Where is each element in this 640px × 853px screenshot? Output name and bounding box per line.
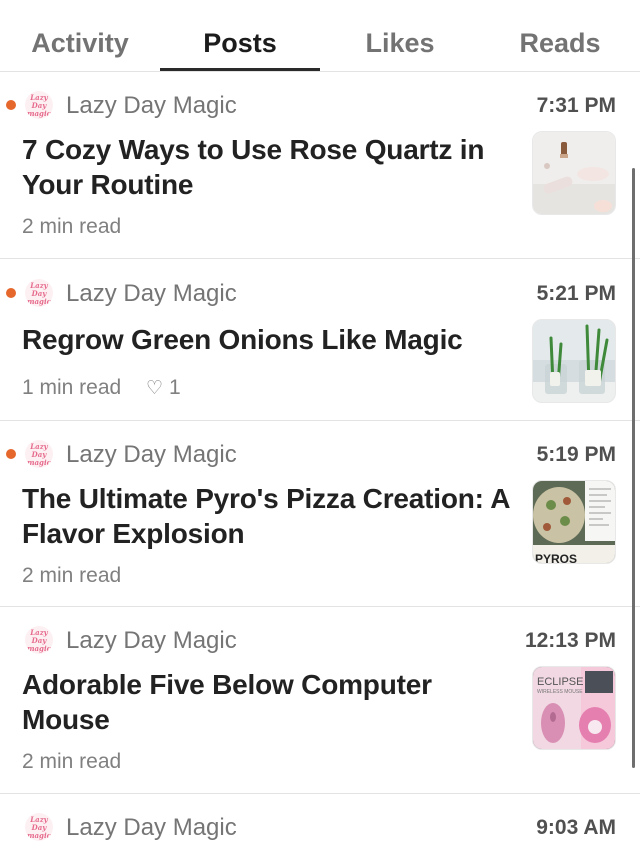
unread-dot [6,449,16,459]
read-time: 1 min read [22,376,122,399]
post-title[interactable]: The Ultimate Pyro's Pizza Creation: A Fl… [22,481,522,551]
post-item[interactable]: Lazy Day magic Lazy Day Magic 7:31 PM 7 Co… [0,72,640,259]
publication-name[interactable]: Lazy Day Magic [66,814,237,842]
post-title[interactable]: Adorable Five Below Computer Mouse [22,667,522,737]
heart-icon: ♡ [146,378,164,399]
green-onions-thumbnail[interactable] [532,319,616,403]
post-item[interactable]: Lazy Day magic Lazy Day Magic 5:19 PM The … [0,421,640,607]
post-time: 5:21 PM [536,282,616,305]
rose-quartz-thumbnail[interactable] [532,131,616,215]
publication-name[interactable]: Lazy Day Magic [66,441,237,469]
tab-activity[interactable]: Activity [0,26,160,60]
tab-bar: Activity Posts Likes Reads [0,0,640,72]
active-tab-indicator [160,68,320,71]
mouse-thumbnail-brand: ECLIPSE [537,676,583,688]
avatar: Lazy Day magic [25,626,53,654]
post-time: 5:19 PM [536,443,616,466]
scrollbar[interactable] [632,168,635,768]
avatar: Lazy Day magic [25,279,53,307]
read-time: 2 min read [22,750,122,773]
avatar: Lazy Day magic [25,813,53,841]
read-time: 2 min read [22,564,122,587]
post-item[interactable]: Lazy Day magic Lazy Day Magic 5:21 PM Regr… [0,259,640,421]
publication-name[interactable]: Lazy Day Magic [66,280,237,308]
tab-posts[interactable]: Posts [160,26,320,60]
post-time: 7:31 PM [536,94,616,117]
avatar: Lazy Day magic [25,91,53,119]
publication-name[interactable]: Lazy Day Magic [66,92,237,120]
post-title[interactable]: Regrow Green Onions Like Magic [22,322,522,357]
tab-reads[interactable]: Reads [480,26,640,60]
computer-mouse-thumbnail[interactable]: ECLIPSE WIRELESS MOUSE [532,666,616,750]
like-count[interactable]: ♡ 1 [146,376,181,400]
avatar: Lazy Day magic [25,440,53,468]
pizza-thumbnail-text: PYROS [535,552,577,564]
tab-likes[interactable]: Likes [320,26,480,60]
mouse-thumbnail-subtitle: WIRELESS MOUSE [537,689,583,695]
post-time: 9:03 AM [536,816,616,839]
post-title[interactable]: 7 Cozy Ways to Use Rose Quartz in Your R… [22,132,522,202]
unread-dot [6,288,16,298]
publication-name[interactable]: Lazy Day Magic [66,627,237,655]
pizza-thumbnail[interactable]: PYROS [532,480,616,564]
post-item[interactable]: Lazy Day magic Lazy Day Magic 12:13 PM Ado… [0,607,640,794]
post-item[interactable]: Lazy Day magic Lazy Day Magic 9:03 AM [0,794,640,853]
read-time: 2 min read [22,215,122,238]
post-time: 12:13 PM [524,629,616,652]
unread-dot [6,100,16,110]
